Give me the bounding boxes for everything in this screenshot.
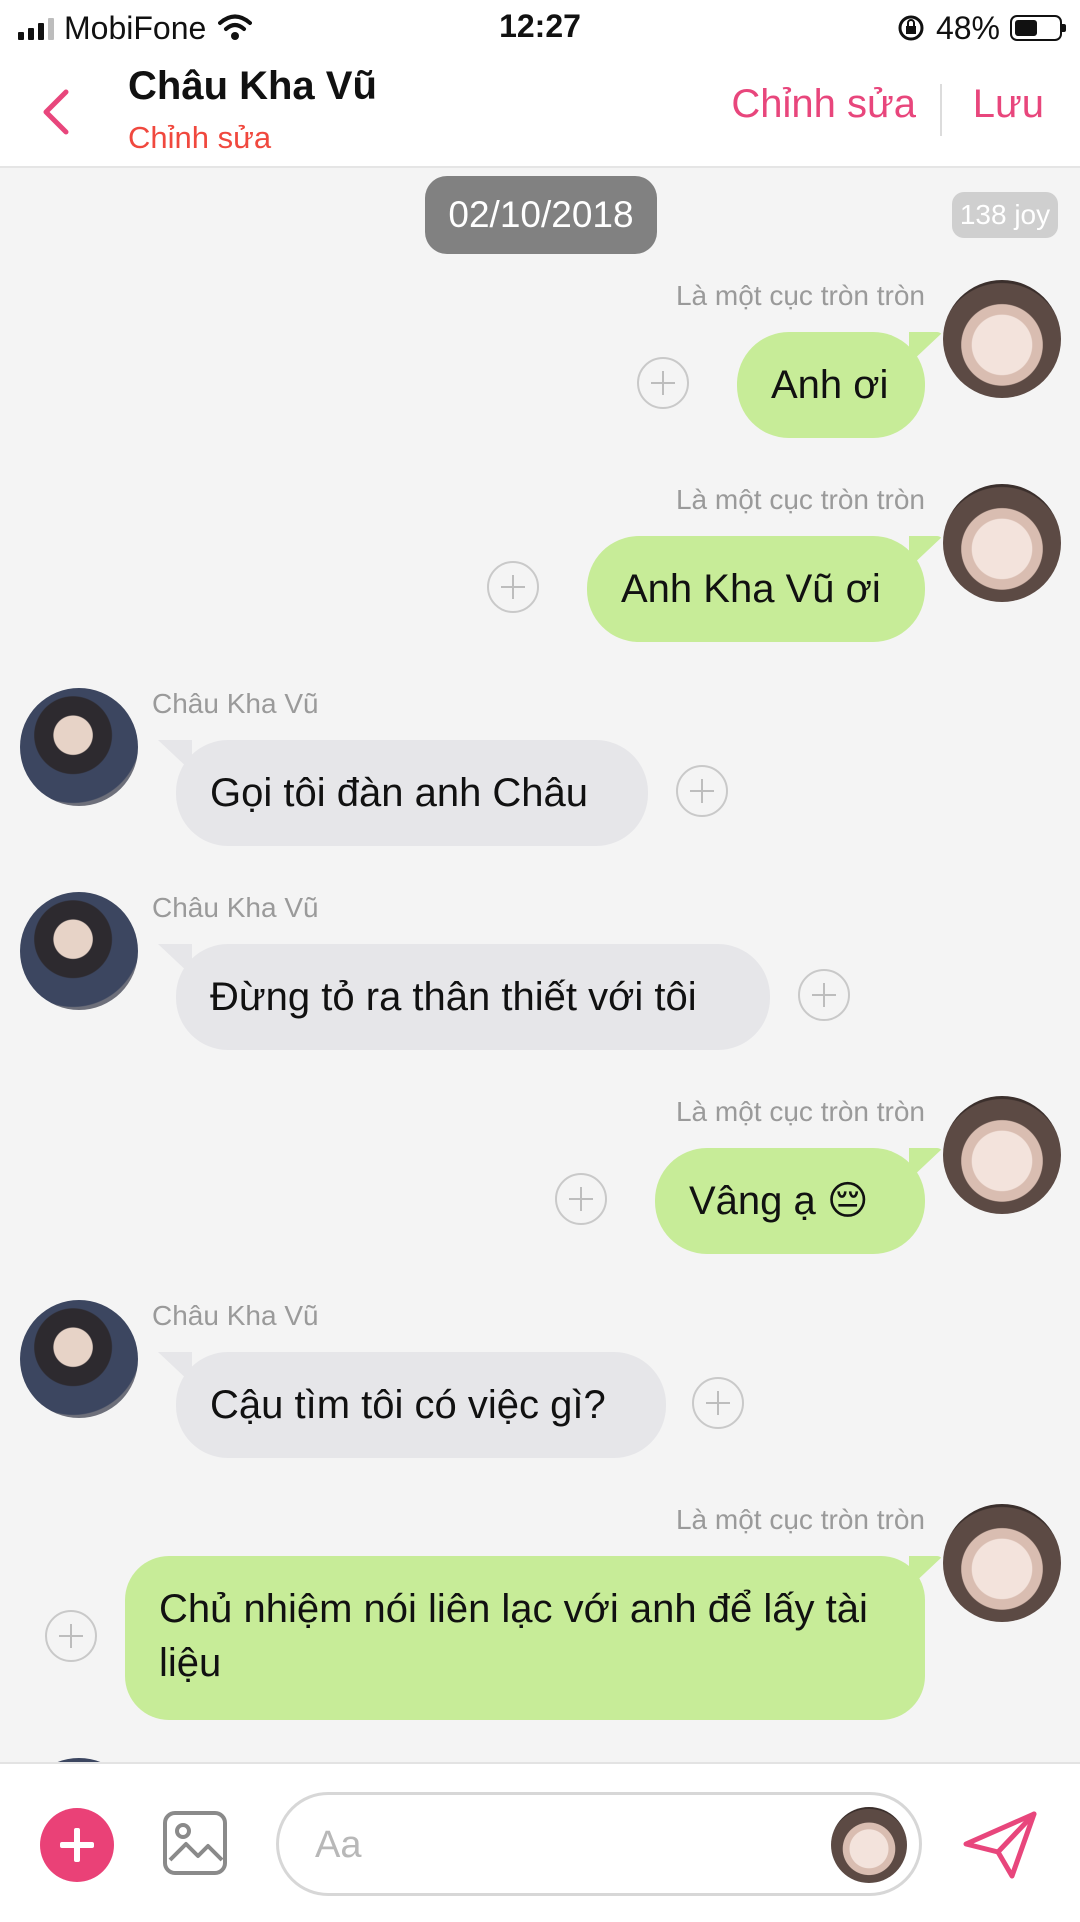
avatar[interactable]	[943, 1096, 1061, 1214]
add-reaction-button[interactable]	[637, 357, 689, 409]
battery-percent: 48%	[935, 9, 1000, 46]
battery-icon	[1010, 15, 1066, 41]
message-bubble[interactable]: Anh ơi	[737, 332, 925, 438]
sender-name: Là một cục tròn tròn	[675, 1504, 925, 1535]
message-input[interactable]	[313, 1809, 797, 1881]
add-reaction-button[interactable]	[45, 1610, 97, 1662]
plus-icon[interactable]	[40, 1808, 114, 1882]
sender-name: Là một cục tròn tròn	[675, 1096, 925, 1127]
avatar[interactable]	[943, 1504, 1061, 1622]
back-chevron-icon[interactable]	[32, 82, 82, 142]
chat-header: Châu Kha Vũ Chỉnh sửa Chỉnh sửa Lưu	[0, 60, 1080, 168]
header-divider	[940, 84, 942, 136]
image-icon[interactable]	[162, 1810, 228, 1876]
sender-name: Châu Kha Vũ	[152, 688, 319, 719]
joy-badge: 138 joy	[952, 192, 1058, 238]
add-reaction-button[interactable]	[692, 1377, 744, 1429]
status-right: 48%	[896, 8, 1066, 48]
sender-name: Là một cục tròn tròn	[675, 484, 925, 515]
rotation-lock-icon	[898, 15, 924, 41]
sender-name: Châu Kha Vũ	[152, 1300, 319, 1331]
sender-name: Châu Kha Vũ	[152, 892, 319, 923]
contact-edit-link[interactable]: Chỉnh sửa	[128, 120, 271, 156]
send-icon[interactable]	[962, 1810, 1038, 1880]
avatar[interactable]	[20, 688, 138, 806]
sender-name: Là một cục tròn tròn	[675, 280, 925, 311]
message-bubble[interactable]: Đừng tỏ ra thân thiết với tôi	[176, 944, 770, 1050]
avatar[interactable]	[20, 892, 138, 1010]
message-input-wrapper	[276, 1792, 922, 1896]
add-reaction-button[interactable]	[487, 561, 539, 613]
avatar[interactable]	[20, 1300, 138, 1418]
edit-button[interactable]: Chỉnh sửa	[731, 82, 916, 127]
message-composer	[0, 1762, 1080, 1922]
add-reaction-button[interactable]	[676, 765, 728, 817]
message-bubble[interactable]: Gọi tôi đàn anh Châu	[176, 740, 648, 846]
message-bubble[interactable]: Vâng ạ 😔	[655, 1148, 925, 1254]
message-bubble[interactable]: Chủ nhiệm nói liên lạc với anh để lấy tà…	[125, 1556, 925, 1720]
sticker-icon[interactable]	[831, 1807, 907, 1883]
avatar[interactable]	[943, 280, 1061, 398]
date-separator: 02/10/2018	[425, 176, 657, 254]
message-bubble[interactable]: Cậu tìm tôi có việc gì?	[176, 1352, 666, 1458]
avatar[interactable]	[943, 484, 1061, 602]
contact-name[interactable]: Châu Kha Vũ	[128, 64, 377, 109]
add-reaction-button[interactable]	[555, 1173, 607, 1225]
message-bubble[interactable]: Anh Kha Vũ ơi	[587, 536, 925, 642]
status-bar: MobiFone 12:27 48%	[0, 0, 1080, 56]
add-reaction-button[interactable]	[798, 969, 850, 1021]
chat-area[interactable]: 02/10/2018 138 joy Là một cục tròn tròn …	[0, 168, 1080, 1762]
save-button[interactable]: Lưu	[973, 82, 1044, 127]
